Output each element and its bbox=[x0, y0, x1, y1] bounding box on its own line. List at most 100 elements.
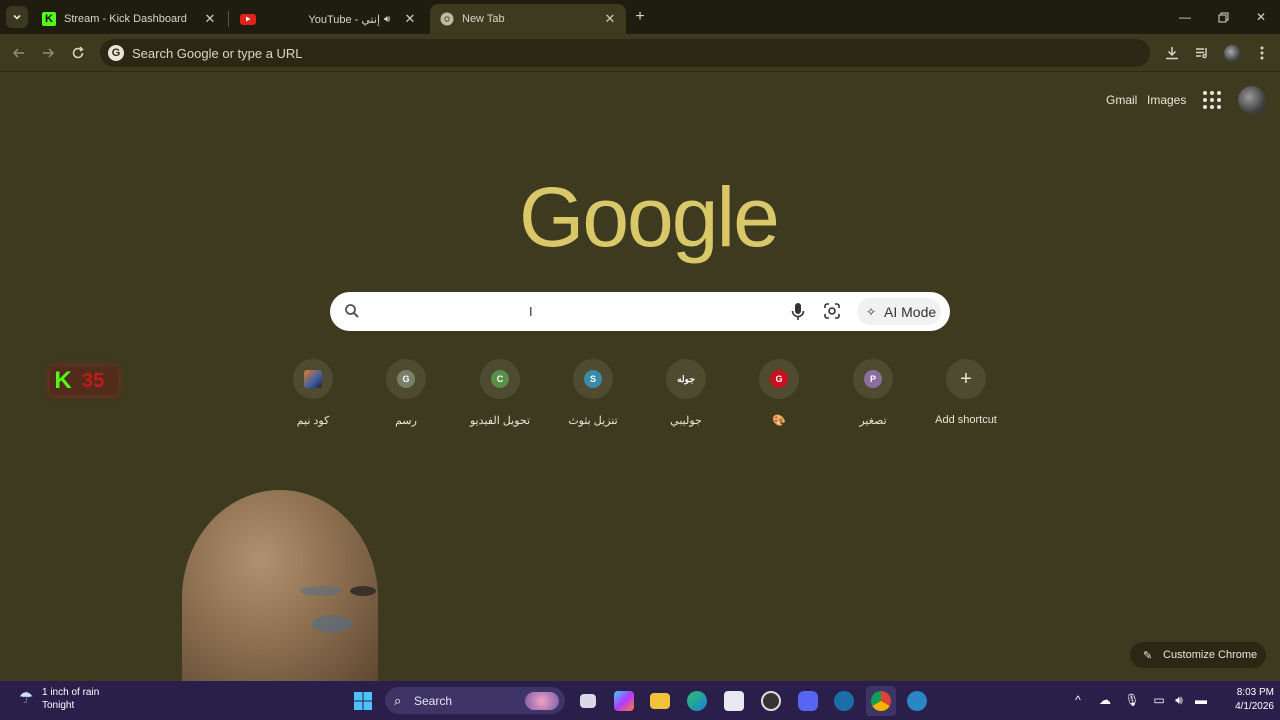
obs-button[interactable] bbox=[756, 686, 786, 716]
tab-search-button[interactable] bbox=[6, 6, 28, 28]
copilot-button[interactable] bbox=[609, 686, 639, 716]
shortcut-tile[interactable]: S تنزيل بثوث bbox=[547, 358, 639, 438]
discord-button[interactable] bbox=[793, 686, 823, 716]
youtube-icon bbox=[240, 13, 256, 25]
close-window-button[interactable]: ✕ bbox=[1242, 0, 1280, 34]
speaker-icon[interactable]: 🔊︎ bbox=[384, 14, 398, 25]
account-avatar[interactable] bbox=[1238, 86, 1266, 114]
tab-divider bbox=[228, 11, 229, 27]
shortcut-label: تحويل الفيديو bbox=[469, 415, 531, 427]
media-control-button[interactable] bbox=[1192, 43, 1212, 63]
arrow-right-icon bbox=[43, 48, 55, 58]
clock-time: 8:03 PM bbox=[1236, 687, 1274, 698]
chrome-menu-button[interactable] bbox=[1252, 43, 1272, 63]
letter-icon: G bbox=[770, 370, 788, 388]
shortcut-tile[interactable]: كود نيم bbox=[267, 358, 359, 438]
kick-icon: K bbox=[42, 12, 56, 26]
shortcut-label: Add shortcut bbox=[935, 414, 997, 426]
kick-logo-icon: K bbox=[54, 367, 72, 394]
kebab-menu-icon bbox=[1260, 46, 1264, 60]
shortcut-icon-circle: P bbox=[853, 359, 893, 399]
google-apps-icon[interactable] bbox=[1202, 90, 1222, 110]
potato-eye bbox=[350, 586, 376, 596]
close-icon[interactable]: ✕ bbox=[202, 11, 218, 27]
steam-button[interactable] bbox=[829, 686, 859, 716]
taskbar-search[interactable]: ⌕ Search bbox=[385, 687, 565, 714]
edge-button[interactable] bbox=[682, 686, 712, 716]
shortcut-tile[interactable]: P تصغير bbox=[827, 358, 919, 438]
search-input[interactable] bbox=[374, 300, 794, 324]
potato-mouth bbox=[312, 615, 352, 633]
gmail-link[interactable]: Gmail bbox=[1106, 93, 1137, 107]
steam-icon bbox=[907, 691, 927, 711]
clock-date: 4/1/2026 bbox=[1235, 701, 1274, 712]
close-icon[interactable]: ✕ bbox=[402, 11, 418, 27]
microphone-icon[interactable] bbox=[790, 302, 806, 322]
microphone-icon[interactable]: 🎙︎ bbox=[1122, 690, 1142, 710]
steam-2-button[interactable] bbox=[902, 686, 932, 716]
ntp-search-box[interactable]: I ✧ AI Mode bbox=[330, 292, 950, 331]
chrome-taskbar-button[interactable] bbox=[866, 686, 896, 716]
shortcut-icon-circle: G bbox=[759, 359, 799, 399]
store-icon bbox=[724, 691, 744, 711]
shortcut-icon-circle: جوله bbox=[666, 359, 706, 399]
customize-chrome-button[interactable]: ✎ Customize Chrome bbox=[1130, 642, 1266, 668]
omnibox[interactable]: G Search Google or type a URL bbox=[100, 39, 1150, 67]
shortcut-label: تنزيل بثوث bbox=[568, 415, 618, 427]
minimize-button[interactable]: — bbox=[1166, 0, 1204, 34]
tab-kick-dashboard[interactable]: K Stream - Kick Dashboard ✕ bbox=[32, 4, 226, 34]
toolbar: G Search Google or type a URL bbox=[0, 34, 1280, 72]
obs-icon bbox=[761, 691, 781, 711]
file-explorer-button[interactable] bbox=[645, 686, 675, 716]
profile-avatar-button[interactable] bbox=[1222, 43, 1242, 63]
show-hidden-icons-button[interactable]: ^ bbox=[1068, 690, 1088, 710]
start-button[interactable] bbox=[348, 686, 378, 716]
shortcut-tile[interactable]: G 🎨 bbox=[733, 358, 825, 438]
shortcut-label: جوليبي bbox=[670, 415, 702, 427]
battery-icon[interactable]: ▬ bbox=[1190, 690, 1212, 710]
task-view-button[interactable] bbox=[573, 686, 603, 716]
search-icon: ⌕ bbox=[394, 692, 402, 708]
close-icon[interactable]: ✕ bbox=[602, 11, 618, 27]
ai-mode-button[interactable]: ✧ AI Mode bbox=[857, 298, 941, 325]
downloads-button[interactable] bbox=[1162, 43, 1182, 63]
shortcut-label: كود نيم bbox=[296, 415, 330, 427]
network-icon[interactable]: ▭ bbox=[1149, 690, 1169, 710]
viewer-count: 35 bbox=[82, 369, 105, 392]
letter-icon: G bbox=[397, 370, 415, 388]
shortcut-tile[interactable]: G رسم bbox=[360, 358, 452, 438]
new-tab-button[interactable]: + bbox=[630, 7, 650, 27]
windows-logo-icon bbox=[354, 692, 372, 710]
forward-button[interactable] bbox=[37, 42, 59, 64]
download-icon bbox=[1166, 47, 1178, 60]
tab-title: New Tab bbox=[462, 13, 505, 25]
google-g-icon: G bbox=[108, 45, 124, 61]
system-clock[interactable]: 8:03 PM 4/1/2026 bbox=[1218, 686, 1274, 714]
shortcut-icon-circle: G bbox=[386, 359, 426, 399]
weather-widget[interactable]: ☂ 1 inch of rain Tonight bbox=[14, 686, 99, 712]
shortcut-tile[interactable]: C تحويل الفيديو bbox=[454, 358, 546, 438]
reload-button[interactable] bbox=[67, 42, 89, 64]
back-button[interactable] bbox=[8, 42, 30, 64]
tab-youtube[interactable]: YouTube - إنتي 🔊︎ ✕ bbox=[230, 4, 426, 34]
shortcut-label: 🎨 bbox=[772, 415, 786, 427]
tab-title: Stream - Kick Dashboard bbox=[64, 13, 187, 25]
tab-strip: K Stream - Kick Dashboard ✕ YouTube - إن… bbox=[0, 0, 1280, 34]
shortcut-tile[interactable]: جوله جوليبي bbox=[640, 358, 732, 438]
customize-label: Customize Chrome bbox=[1163, 649, 1258, 661]
discord-icon bbox=[798, 691, 818, 711]
rain-cloud-icon: ☂ bbox=[18, 690, 34, 707]
restore-button[interactable] bbox=[1204, 0, 1242, 34]
restore-icon bbox=[1218, 12, 1228, 22]
add-shortcut-tile[interactable]: + Add shortcut bbox=[920, 358, 1012, 438]
letter-icon: S bbox=[584, 370, 602, 388]
google-lens-icon[interactable] bbox=[823, 302, 841, 320]
images-link[interactable]: Images bbox=[1147, 93, 1186, 107]
shortcut-icon-circle: C bbox=[480, 359, 520, 399]
tab-new-tab[interactable]: New Tab ✕ bbox=[430, 4, 626, 34]
shortcut-icon-circle: + bbox=[946, 359, 986, 399]
plus-icon: + bbox=[960, 367, 972, 390]
volume-icon[interactable]: 🔊︎ bbox=[1169, 690, 1189, 710]
onedrive-icon[interactable]: ☁ bbox=[1095, 690, 1115, 710]
store-button[interactable] bbox=[719, 686, 749, 716]
